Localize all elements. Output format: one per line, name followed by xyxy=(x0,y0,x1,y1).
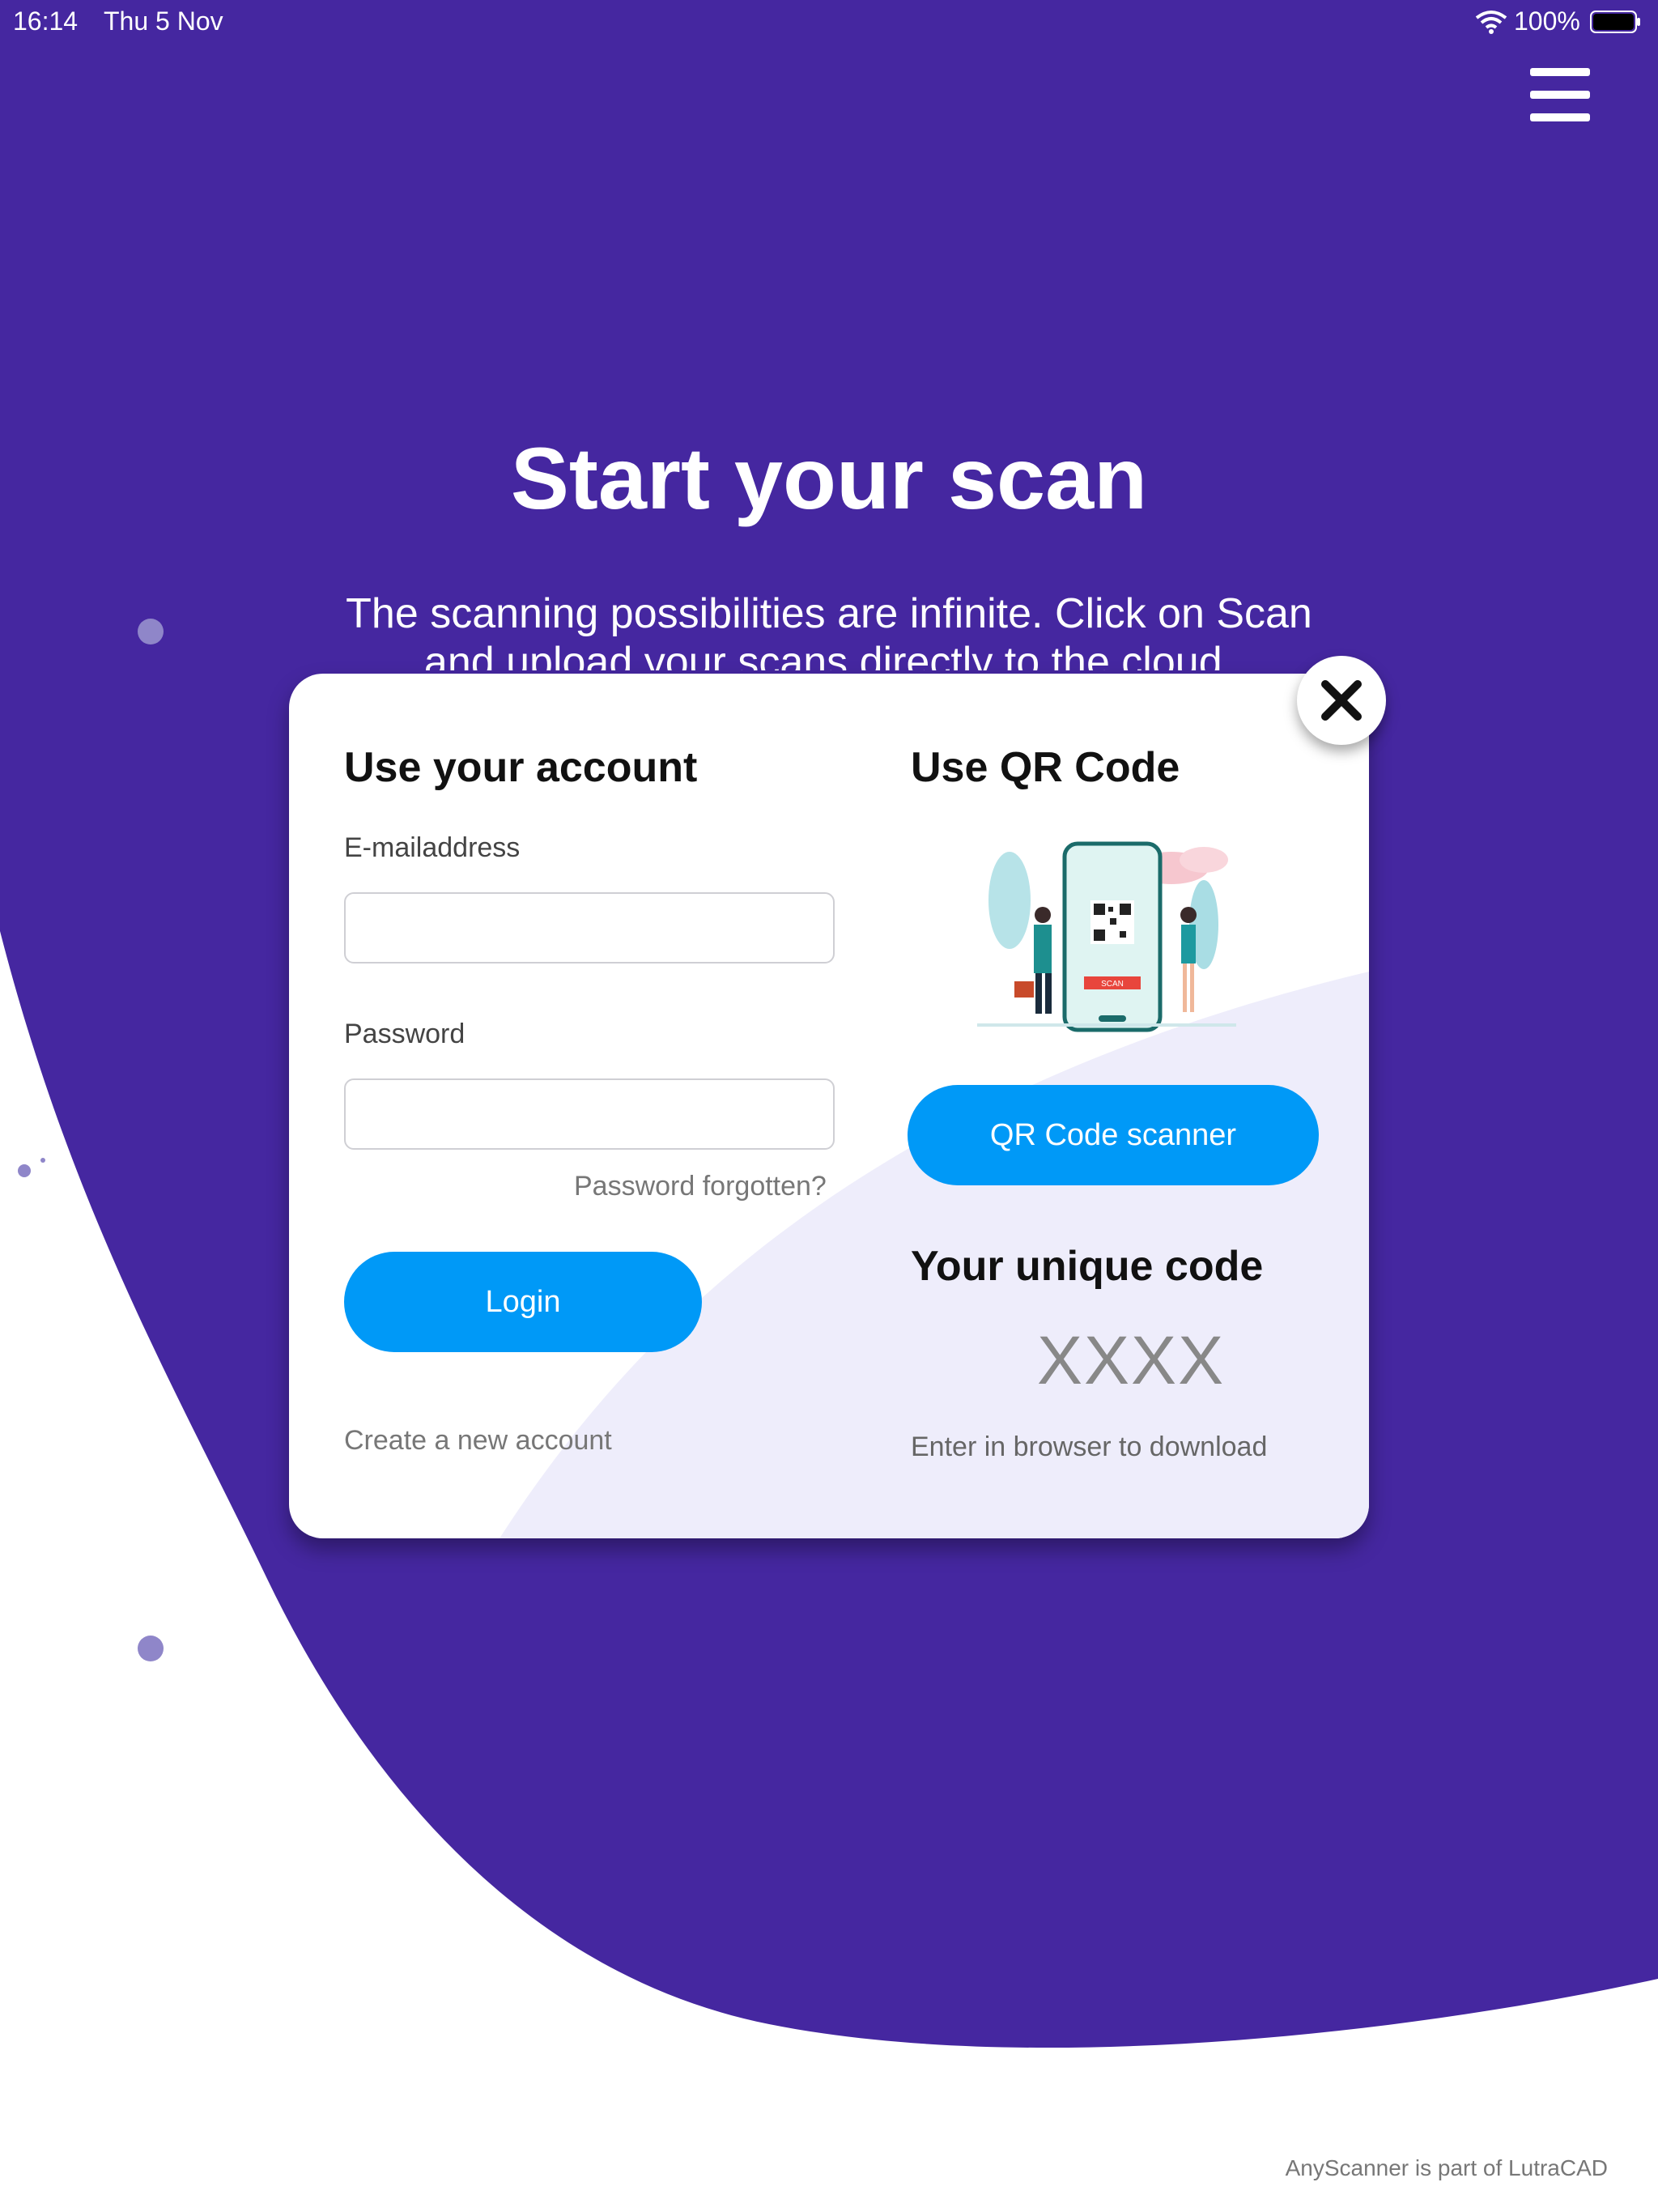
email-field[interactable] xyxy=(344,892,835,963)
close-icon xyxy=(1321,680,1362,721)
status-bar: 16:14 Thu 5 Nov 100% xyxy=(0,0,1658,45)
qr-heading: Use QR Code xyxy=(911,744,1180,791)
password-field[interactable] xyxy=(344,1078,835,1150)
qr-scan-illustration: SCAN xyxy=(977,841,1236,1032)
battery-percent: 100% xyxy=(1514,6,1580,36)
qr-scanner-button[interactable]: QR Code scanner xyxy=(908,1085,1319,1185)
menu-button[interactable] xyxy=(1530,68,1590,121)
download-hint: Enter in browser to download xyxy=(911,1431,1268,1462)
battery-icon xyxy=(1590,11,1640,33)
page-subtitle: The scanning possibilities are infinite.… xyxy=(346,590,1312,670)
decorative-dot xyxy=(138,619,164,644)
unique-code: XXXX xyxy=(1037,1322,1226,1398)
decorative-dot xyxy=(138,1636,164,1661)
unique-code-heading: Your unique code xyxy=(911,1243,1264,1290)
decorative-dot xyxy=(18,1164,31,1177)
footer-text: AnyScanner is part of LutraCAD xyxy=(1285,2155,1608,2180)
wifi-icon xyxy=(1475,11,1507,34)
login-modal: Use your account E-mailaddress Password … xyxy=(289,674,1369,1538)
page-title: Start your scan xyxy=(510,429,1148,527)
email-label: E-mailaddress xyxy=(344,832,521,863)
create-account-link[interactable]: Create a new account xyxy=(344,1425,612,1457)
hamburger-menu-icon xyxy=(1530,68,1590,76)
scan-illustration-label: SCAN xyxy=(1101,980,1124,989)
password-label: Password xyxy=(344,1019,466,1049)
status-time: 16:14 xyxy=(13,6,79,36)
account-heading: Use your account xyxy=(344,744,698,791)
password-forgotten-link[interactable]: Password forgotten? xyxy=(574,1171,827,1202)
close-button[interactable] xyxy=(1297,656,1386,745)
status-date: Thu 5 Nov xyxy=(104,6,223,36)
login-button[interactable]: Login xyxy=(344,1252,702,1352)
decorative-dot xyxy=(40,1158,45,1163)
